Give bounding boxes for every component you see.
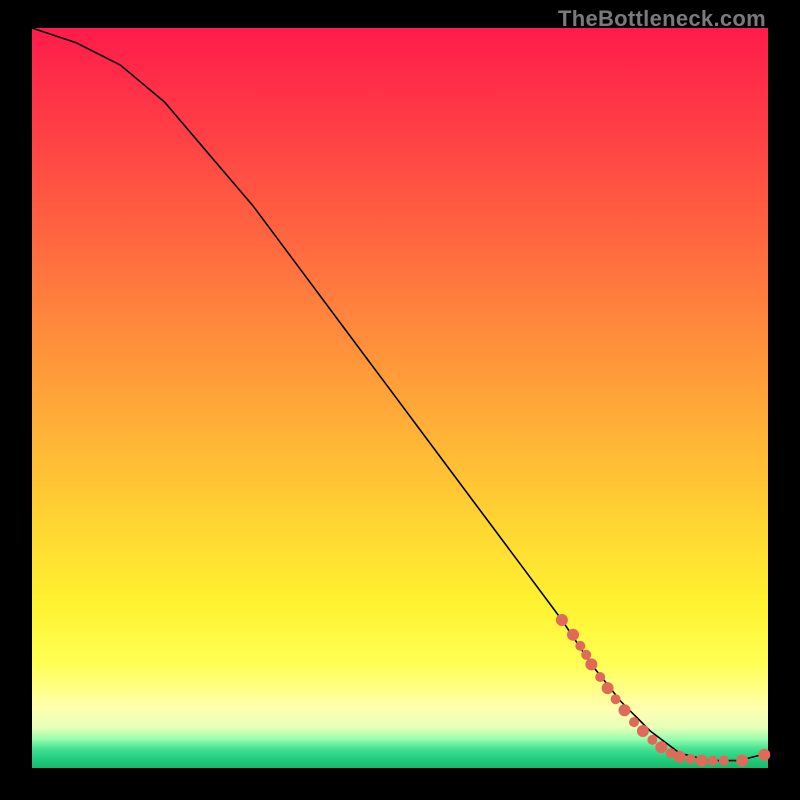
data-point <box>719 756 729 766</box>
data-point <box>686 754 696 764</box>
data-point <box>629 717 639 727</box>
data-point <box>595 672 605 682</box>
data-point <box>602 682 614 694</box>
data-point <box>575 641 585 651</box>
data-point <box>567 629 579 641</box>
data-point <box>647 735 657 745</box>
bottleneck-curve <box>32 28 768 761</box>
data-point <box>619 704 631 716</box>
data-point <box>758 749 770 761</box>
data-point <box>696 755 708 767</box>
data-point <box>581 650 591 660</box>
data-point <box>736 755 748 767</box>
data-point <box>637 725 649 737</box>
data-point <box>674 751 686 763</box>
data-point <box>556 614 568 626</box>
data-point <box>611 694 621 704</box>
marker-group <box>556 614 770 767</box>
data-point <box>708 756 718 766</box>
chart-overlay <box>32 28 768 768</box>
data-point <box>585 658 597 670</box>
data-point <box>655 741 667 753</box>
chart-frame: TheBottleneck.com <box>0 0 800 800</box>
